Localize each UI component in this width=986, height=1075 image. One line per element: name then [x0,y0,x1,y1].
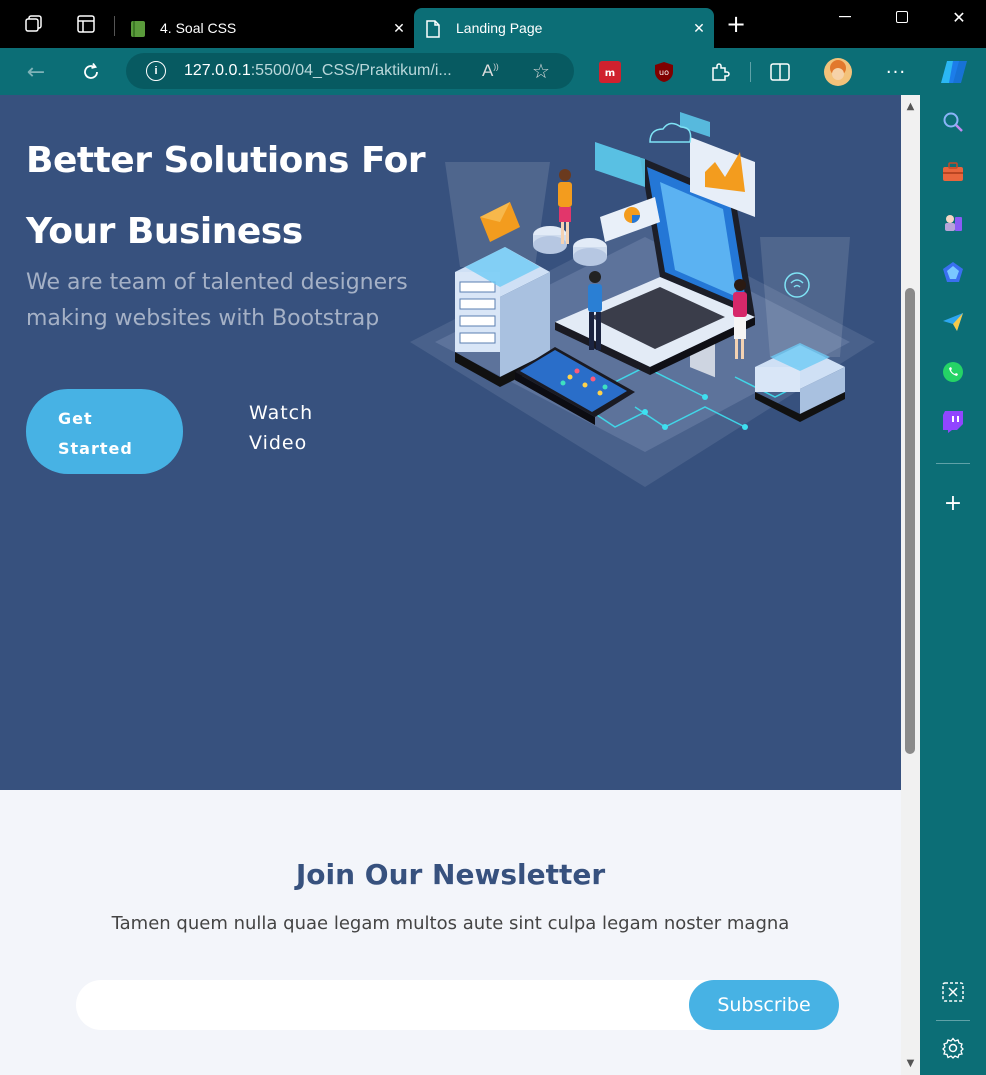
hero-section: Better Solutions For Your Business We ar… [0,95,901,790]
mendeley-extension-icon[interactable]: m [594,56,626,88]
hero-title-line1: Better Solutions For [26,140,426,181]
url-path: :5500/04_CSS/Praktikum/i... [250,62,452,79]
newsletter-title: Join Our Newsletter [295,858,606,891]
copilot-icon[interactable] [938,56,970,88]
book-icon [130,20,146,37]
minimize-icon[interactable] [818,0,872,34]
edge-sidebar: + [920,95,986,1075]
close-tab-icon[interactable]: ✕ [684,20,714,37]
settings-icon[interactable] [938,1033,968,1063]
send-icon[interactable] [938,307,968,337]
extensions-puzzle-icon[interactable] [704,56,736,88]
screenshot-icon[interactable] [938,977,968,1007]
new-tab-icon[interactable]: + [720,8,752,40]
back-arrow-icon[interactable]: ← [20,56,52,88]
chess-icon[interactable] [938,207,968,237]
workspaces-icon[interactable] [18,8,50,40]
scroll-down-arrow-icon[interactable]: ▼ [904,1058,917,1070]
sidebar-divider-bottom [936,1020,970,1021]
newsletter-email-input[interactable] [96,980,696,1030]
tab-actions-icon[interactable] [70,8,102,40]
search-icon[interactable] [938,107,968,137]
whatsapp-icon[interactable] [938,357,968,387]
copilot-icon[interactable] [938,257,968,287]
page-scrollbar[interactable]: ▲ ▼ [901,95,920,1075]
toolbar-divider [750,62,751,82]
hero-subtitle-line1: We are team of talented designers [26,270,408,295]
close-window-icon[interactable]: ✕ [932,0,986,34]
profile-avatar[interactable] [822,56,854,88]
split-screen-icon[interactable] [764,56,796,88]
url-host: 127.0.0.1 [184,62,251,79]
hero-subtitle: We are team of talented designers making… [26,265,426,337]
twitch-icon[interactable] [938,407,968,437]
ublock-extension-icon[interactable]: uo [648,56,680,88]
browser-title-bar: 4. Soal CSS ✕ Landing Page ✕ + ✕ [0,0,986,48]
subscribe-button[interactable]: Subscribe [689,980,839,1030]
get-started-line1: Get [58,409,93,428]
watch-video-line1: Watch [249,402,314,424]
browser-toolbar: ← i 127.0.0.1:5500/04_CSS/Praktikum/i...… [0,48,986,95]
watch-video-button[interactable]: Watch Video [249,398,313,458]
newsletter-text: Tamen quem nulla quae legam multos aute … [111,913,790,934]
newsletter-form: Subscribe [76,980,839,1030]
maximize-icon[interactable] [875,0,929,34]
address-bar[interactable]: i 127.0.0.1:5500/04_CSS/Praktikum/i... A… [126,53,574,89]
scroll-up-arrow-icon[interactable]: ▲ [904,101,917,113]
watch-video-line2: Video [249,432,308,454]
get-started-line2: Started [58,439,133,458]
close-tab-icon[interactable]: ✕ [384,20,414,37]
svg-text:m: m [605,68,615,79]
tab-landing-page[interactable]: Landing Page ✕ [414,8,714,48]
briefcase-icon[interactable] [938,157,968,187]
scrollbar-thumb[interactable] [905,288,915,754]
hero-illustration [410,112,875,487]
read-aloud-icon[interactable]: A)) [482,61,499,81]
svg-text:uo: uo [659,68,669,77]
favorite-star-icon[interactable]: ☆ [532,59,550,84]
refresh-icon[interactable] [75,56,107,88]
add-icon[interactable]: + [938,488,968,518]
tab-title: 4. Soal CSS [160,20,237,36]
sidebar-divider [936,463,970,464]
hero-subtitle-line2: making websites with Bootstrap [26,306,380,331]
tab-title: Landing Page [456,20,543,36]
page-viewport: Better Solutions For Your Business We ar… [0,95,901,1075]
hero-title-line2: Your Business [26,211,303,252]
hero-title: Better Solutions For Your Business [26,125,426,267]
site-info-icon[interactable]: i [146,61,166,81]
page-icon [426,20,442,38]
tab-soal-css[interactable]: 4. Soal CSS ✕ [118,8,414,48]
more-options-icon[interactable]: ··· [880,56,912,88]
get-started-button[interactable]: Get Started [26,389,183,474]
tab-divider [114,16,115,36]
